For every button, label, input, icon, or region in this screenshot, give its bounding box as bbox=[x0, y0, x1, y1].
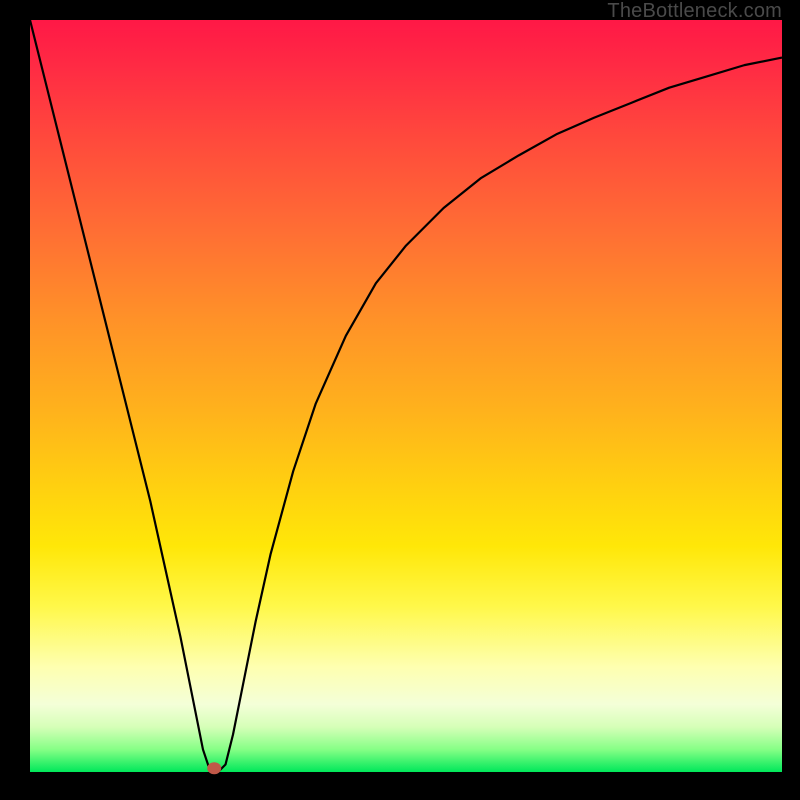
attribution-text: TheBottleneck.com bbox=[607, 0, 782, 23]
bottleneck-curve bbox=[30, 20, 782, 772]
minimum-marker bbox=[207, 762, 221, 774]
chart-svg bbox=[30, 20, 782, 772]
plot-area bbox=[30, 20, 782, 772]
chart-frame: TheBottleneck.com bbox=[0, 0, 800, 800]
